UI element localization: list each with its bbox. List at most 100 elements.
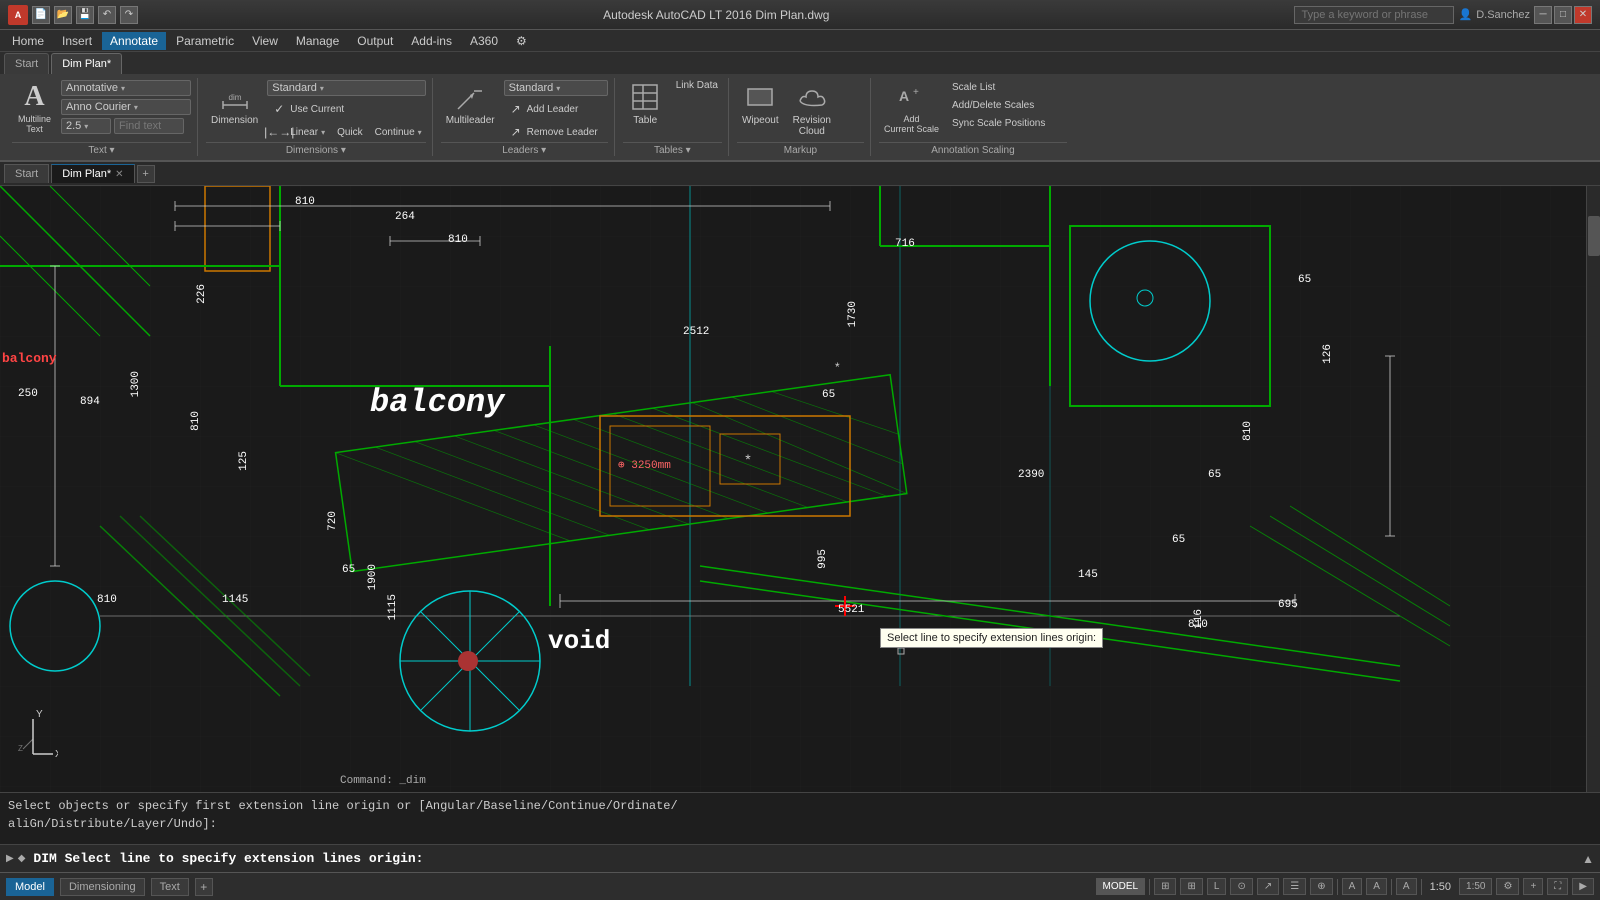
remove-leader-button[interactable]: ↗ Remove Leader bbox=[504, 122, 608, 142]
multileader-button[interactable]: Multileader bbox=[441, 78, 500, 129]
tab-start[interactable]: Start bbox=[4, 164, 49, 183]
vertical-scrollbar[interactable] bbox=[1586, 186, 1600, 792]
separator-1 bbox=[1149, 879, 1150, 895]
snap-toggle[interactable]: ⊞ bbox=[1180, 878, 1202, 895]
menu-annotate[interactable]: Annotate bbox=[102, 32, 166, 50]
multileader-style-dropdown[interactable]: Standard ▾ bbox=[504, 80, 608, 96]
measurement-3250mm: ⊕ 3250mm bbox=[618, 458, 671, 472]
ribbon: Start Dim Plan* A MultilineText Annotati… bbox=[0, 52, 1600, 162]
add-layout-tab[interactable]: + bbox=[195, 878, 213, 896]
svg-text:*: * bbox=[835, 360, 840, 374]
table-button[interactable]: Table bbox=[623, 78, 668, 129]
wipeout-icon bbox=[744, 81, 776, 113]
model-indicator[interactable]: MODEL bbox=[1096, 878, 1146, 895]
dim-264: 264 bbox=[395, 211, 415, 223]
wipeout-button[interactable]: Wipeout bbox=[737, 78, 784, 129]
tab-dimplan[interactable]: Dim Plan* ✕ bbox=[51, 164, 134, 183]
dim-style-dropdown[interactable]: Standard ▾ bbox=[267, 80, 425, 96]
find-text-field[interactable]: Find text bbox=[114, 118, 184, 134]
dim-810-rightv: 810 bbox=[1242, 421, 1254, 441]
command-input[interactable] bbox=[33, 851, 1578, 866]
transparency-toggle[interactable]: A bbox=[1366, 878, 1387, 895]
continue-button[interactable]: Continue ▾ bbox=[371, 122, 426, 142]
titlebar-right: 👤 D.Sanchez ─ □ ✕ bbox=[1294, 6, 1592, 24]
workspace-icon[interactable]: + bbox=[1523, 878, 1543, 895]
search-input[interactable] bbox=[1294, 6, 1454, 24]
dim-65-right2: 65 bbox=[1172, 534, 1185, 546]
quick-button[interactable]: Quick bbox=[333, 122, 367, 142]
quick-access-new[interactable]: 📄 bbox=[32, 6, 50, 24]
cmd-prompt-label: ◆ bbox=[18, 853, 26, 864]
leaders-group-label: Leaders ▾ bbox=[441, 142, 608, 156]
quick-access-undo[interactable]: ↶ bbox=[98, 6, 116, 24]
add-current-scale-button[interactable]: A + AddCurrent Scale bbox=[879, 78, 944, 138]
dimensioning-tab[interactable]: Dimensioning bbox=[60, 878, 145, 896]
cmd-expand-icon[interactable]: ▲ bbox=[1582, 852, 1594, 866]
dim-1300: 1300 bbox=[130, 371, 142, 397]
quick-access-open[interactable]: 📂 bbox=[54, 6, 72, 24]
full-screen[interactable]: ⛶ bbox=[1547, 878, 1568, 895]
qp-toggle[interactable]: A bbox=[1396, 878, 1417, 895]
dimension-button[interactable]: dim Dimension bbox=[206, 78, 263, 129]
scale-button[interactable]: 1:50 bbox=[1459, 878, 1492, 895]
quick-access-redo[interactable]: ↷ bbox=[120, 6, 138, 24]
new-tab-button[interactable]: + bbox=[137, 165, 155, 183]
link-data-button[interactable]: Link Data bbox=[672, 78, 722, 93]
bottombar-right: MODEL ⊞ ⊞ L ⊙ ↗ ☰ ⊕ A A A 1:50 1:50 ⚙ + … bbox=[1096, 878, 1594, 895]
menu-home[interactable]: Home bbox=[4, 32, 52, 50]
multiline-text-button[interactable]: A MultilineText bbox=[12, 78, 57, 138]
scale-label: 1:50 bbox=[1426, 881, 1455, 893]
add-delete-scales-button[interactable]: Add/Delete Scales bbox=[948, 98, 1067, 113]
quick-access-save[interactable]: 💾 bbox=[76, 6, 94, 24]
drawing-canvas-area[interactable]: * bbox=[0, 186, 1600, 792]
linewt-toggle[interactable]: A bbox=[1342, 878, 1363, 895]
sync-scale-positions-button[interactable]: Sync Scale Positions bbox=[948, 116, 1067, 131]
menu-addins[interactable]: Add-ins bbox=[403, 32, 460, 50]
svg-text:X: X bbox=[55, 749, 58, 759]
settings-more[interactable]: ⚙ bbox=[1496, 878, 1519, 895]
text-size-dropdown[interactable]: 2.5 ▾ bbox=[61, 118, 111, 134]
ribbon-group-annotation-scaling: A + AddCurrent Scale Scale List Add/Dele… bbox=[873, 78, 1073, 156]
menu-insert[interactable]: Insert bbox=[54, 32, 100, 50]
close-button[interactable]: ✕ bbox=[1574, 6, 1592, 24]
font-dropdown[interactable]: Anno Courier ▾ bbox=[61, 99, 191, 115]
revision-cloud-button[interactable]: RevisionCloud bbox=[788, 78, 836, 140]
command-input-row: ▶ ◆ ▲ bbox=[0, 844, 1600, 872]
separator-3 bbox=[1391, 879, 1392, 895]
ortho-toggle[interactable]: L bbox=[1207, 878, 1227, 895]
titlebar: A 📄 📂 💾 ↶ ↷ Autodesk AutoCAD LT 2016 Dim… bbox=[0, 0, 1600, 30]
dim-716: 716 bbox=[895, 238, 915, 250]
help-more[interactable]: ▶ bbox=[1572, 878, 1594, 895]
svg-text:Z: Z bbox=[18, 744, 23, 753]
dim-1145: 1145 bbox=[222, 594, 248, 606]
linear-button[interactable]: |←→| Linear ▾ bbox=[267, 122, 329, 142]
text-style-dropdown[interactable]: Annotative ▾ bbox=[61, 80, 191, 96]
ribbon-tab-dimplan[interactable]: Dim Plan* bbox=[51, 53, 122, 74]
maximize-button[interactable]: □ bbox=[1554, 6, 1572, 24]
text-tab[interactable]: Text bbox=[151, 878, 189, 896]
scale-list-button[interactable]: Scale List bbox=[948, 80, 1067, 95]
ribbon-tab-start[interactable]: Start bbox=[4, 53, 49, 74]
ribbon-group-markup: Wipeout RevisionCloud Markup bbox=[731, 78, 871, 156]
use-current-button[interactable]: ✓ Use Current bbox=[267, 99, 425, 119]
osnap-toggle[interactable]: ↗ bbox=[1257, 878, 1279, 895]
minimize-button[interactable]: ─ bbox=[1534, 6, 1552, 24]
tab-close-dimplan[interactable]: ✕ bbox=[115, 169, 123, 180]
otrack-toggle[interactable]: ☰ bbox=[1283, 878, 1306, 895]
menu-view[interactable]: View bbox=[244, 32, 286, 50]
menu-a360[interactable]: A360 bbox=[462, 32, 506, 50]
dim-5521: 5521 bbox=[838, 604, 864, 616]
model-tab[interactable]: Model bbox=[6, 878, 54, 896]
menu-parametric[interactable]: Parametric bbox=[168, 32, 242, 50]
polar-toggle[interactable]: ⊙ bbox=[1230, 878, 1252, 895]
dimension-icon: dim bbox=[219, 81, 251, 113]
multileader-style-arrow: ▾ bbox=[556, 84, 560, 93]
font-dropdown-arrow: ▾ bbox=[134, 103, 138, 112]
add-leader-button[interactable]: ↗ Add Leader bbox=[504, 99, 608, 119]
menu-settings[interactable]: ⚙ bbox=[508, 32, 535, 50]
cmd-line-1: Select objects or specify first extensio… bbox=[8, 797, 1592, 815]
menu-output[interactable]: Output bbox=[349, 32, 401, 50]
grid-toggle[interactable]: ⊞ bbox=[1154, 878, 1176, 895]
menu-manage[interactable]: Manage bbox=[288, 32, 347, 50]
ducs-toggle[interactable]: ⊕ bbox=[1310, 878, 1332, 895]
